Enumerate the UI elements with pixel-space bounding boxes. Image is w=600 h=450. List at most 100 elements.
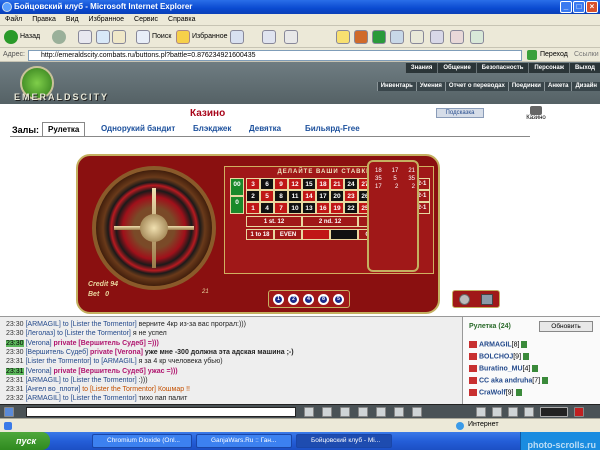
history-icon[interactable] xyxy=(230,30,244,44)
chat-nick[interactable]: [Вершитель Судеб] xyxy=(25,349,88,356)
grid-icon[interactable] xyxy=(430,30,444,44)
chat-private-target[interactable]: private [Вершитель Судеб] xyxy=(54,340,146,347)
number-cell[interactable]: 4 xyxy=(260,202,274,214)
chat-to-target[interactable]: to [Lister the Tormentor] xyxy=(63,377,137,384)
translit-icon[interactable] xyxy=(412,407,422,417)
number-cell[interactable]: 9 xyxy=(274,178,288,190)
number-cell[interactable]: 22 xyxy=(344,202,358,214)
brush-icon[interactable] xyxy=(340,407,350,417)
send-icon[interactable] xyxy=(304,407,314,417)
chip-2[interactable]: 2 xyxy=(288,294,299,305)
chart-icon[interactable] xyxy=(450,30,464,44)
info-icon[interactable] xyxy=(515,389,522,396)
zero-cell[interactable]: 0 xyxy=(230,196,244,214)
number-cell[interactable]: 11 xyxy=(288,190,302,202)
chat-to-target[interactable]: to [Lister the Tormentor] xyxy=(57,330,131,337)
number-cell[interactable]: 1 xyxy=(246,202,260,214)
chat-nick[interactable]: [ARMAGIL] xyxy=(25,321,60,328)
user-name[interactable]: ARMAGIL xyxy=(479,341,512,348)
exit-icon[interactable] xyxy=(574,407,584,417)
number-cell[interactable]: 13 xyxy=(302,202,316,214)
number-cell[interactable]: 23 xyxy=(344,190,358,202)
chat-nick[interactable]: [Леголаз] xyxy=(25,330,55,337)
menu-favorites[interactable]: Избранное xyxy=(84,14,129,26)
outside-bet-even[interactable]: EVEN xyxy=(274,229,302,240)
tab-roulette[interactable]: Рулетка xyxy=(42,122,86,136)
task-combats[interactable]: Бойцовский клуб - Mi... xyxy=(296,434,392,448)
zero-cell[interactable]: 00 xyxy=(230,178,244,196)
menu-view[interactable]: Вид xyxy=(61,14,84,26)
chat-to-target[interactable]: to [Lister the Tormentor] xyxy=(82,386,156,393)
outside-bet-red[interactable] xyxy=(302,229,330,240)
number-cell[interactable]: 16 xyxy=(316,202,330,214)
nav-transfers[interactable]: Отчет о переводах xyxy=(444,82,508,91)
maximize-button[interactable]: □ xyxy=(573,1,585,13)
chat-nick[interactable]: [Ангел во_плоти] xyxy=(25,386,80,393)
user-name[interactable]: CraWolf xyxy=(479,389,506,396)
nav-security[interactable]: Безопасность xyxy=(475,63,529,73)
battle-icon[interactable] xyxy=(492,407,502,417)
search-icon[interactable] xyxy=(136,30,150,44)
number-cell[interactable]: 21 xyxy=(330,178,344,190)
number-cell[interactable]: 15 xyxy=(302,178,316,190)
home-icon[interactable] xyxy=(112,30,126,44)
info-icon[interactable] xyxy=(521,341,528,348)
menu-edit[interactable]: Правка xyxy=(27,14,61,26)
number-cell[interactable]: 14 xyxy=(302,190,316,202)
chat-to-target[interactable]: to [Lister the Tormentor] xyxy=(63,395,137,402)
scroll-icon[interactable] xyxy=(394,407,404,417)
nav-battles[interactable]: Поединки xyxy=(507,82,544,91)
chat-nick[interactable]: [ARMAGIL] xyxy=(25,377,60,384)
forward-arrow-icon[interactable] xyxy=(52,30,66,44)
chat-nick[interactable]: [ARMAGIL] xyxy=(25,395,60,402)
tab-billiard[interactable]: Бильярд-Free xyxy=(300,122,365,136)
mail-icon[interactable] xyxy=(262,30,276,44)
outside-bet-black[interactable] xyxy=(330,229,358,240)
number-cell[interactable]: 19 xyxy=(330,202,344,214)
clover-icon[interactable] xyxy=(372,30,386,44)
info-icon[interactable] xyxy=(542,377,549,384)
back-label[interactable]: Назад xyxy=(20,33,40,40)
info-icon[interactable] xyxy=(523,353,530,360)
chip-5[interactable]: 5 xyxy=(333,294,344,305)
roulette-wheel[interactable] xyxy=(92,166,216,290)
tab-icon[interactable] xyxy=(470,30,484,44)
number-cell[interactable]: 7 xyxy=(274,202,288,214)
chat-nick[interactable]: [Lister the Tormentor] xyxy=(25,358,91,365)
online-user[interactable]: CC aka andruha[7] xyxy=(469,377,549,384)
tool-icon[interactable] xyxy=(390,30,404,44)
page-icon[interactable] xyxy=(410,30,424,44)
chip-1[interactable]: 1 xyxy=(273,294,284,305)
filter-icon[interactable] xyxy=(358,407,368,417)
nav-chat[interactable]: Общение xyxy=(437,63,476,73)
user-name[interactable]: CC aka andruha xyxy=(479,377,532,384)
task-ganjawars[interactable]: GanjaWars.Ru :: Ган... xyxy=(196,434,292,448)
chip-8[interactable]: 8 xyxy=(318,294,329,305)
chat-private-target[interactable]: private [Вершитель Судеб] xyxy=(54,368,146,375)
close-button[interactable]: × xyxy=(586,1,598,13)
messenger-icon[interactable] xyxy=(336,30,350,44)
online-user[interactable]: Buratino_MU[4] xyxy=(469,365,539,372)
online-user[interactable]: ARMAGIL[8] xyxy=(469,341,528,348)
number-cell[interactable]: 18 xyxy=(316,178,330,190)
chat-mode-icon[interactable] xyxy=(4,407,14,417)
nav-character[interactable]: Персонаж xyxy=(528,63,569,73)
number-cell[interactable]: 10 xyxy=(288,202,302,214)
nav-logout[interactable]: Выход xyxy=(568,63,600,73)
chat-to-target[interactable]: to [Lister the Tormentor] xyxy=(63,321,137,328)
info-icon[interactable] xyxy=(532,365,539,372)
smile-icon[interactable] xyxy=(376,407,386,417)
menu-file[interactable]: Файл xyxy=(0,14,27,26)
start-button[interactable]: пуск xyxy=(0,432,50,450)
number-cell[interactable]: 3 xyxy=(246,178,260,190)
back-arrow-icon[interactable] xyxy=(4,30,18,44)
search-label[interactable]: Поиск xyxy=(152,33,171,40)
number-cell[interactable]: 17 xyxy=(316,190,330,202)
nav-knowledge[interactable]: Знания xyxy=(404,63,438,73)
nav-inventory[interactable]: Инвентарь xyxy=(376,82,416,91)
nav-design[interactable]: Дизайн xyxy=(571,82,600,91)
links-label[interactable]: Ссылки xyxy=(574,51,599,58)
menu-help[interactable]: Справка xyxy=(163,14,200,26)
task-chromium[interactable]: Chromium Dioxide (Onl... xyxy=(92,434,192,448)
spin-icon[interactable] xyxy=(481,294,493,305)
